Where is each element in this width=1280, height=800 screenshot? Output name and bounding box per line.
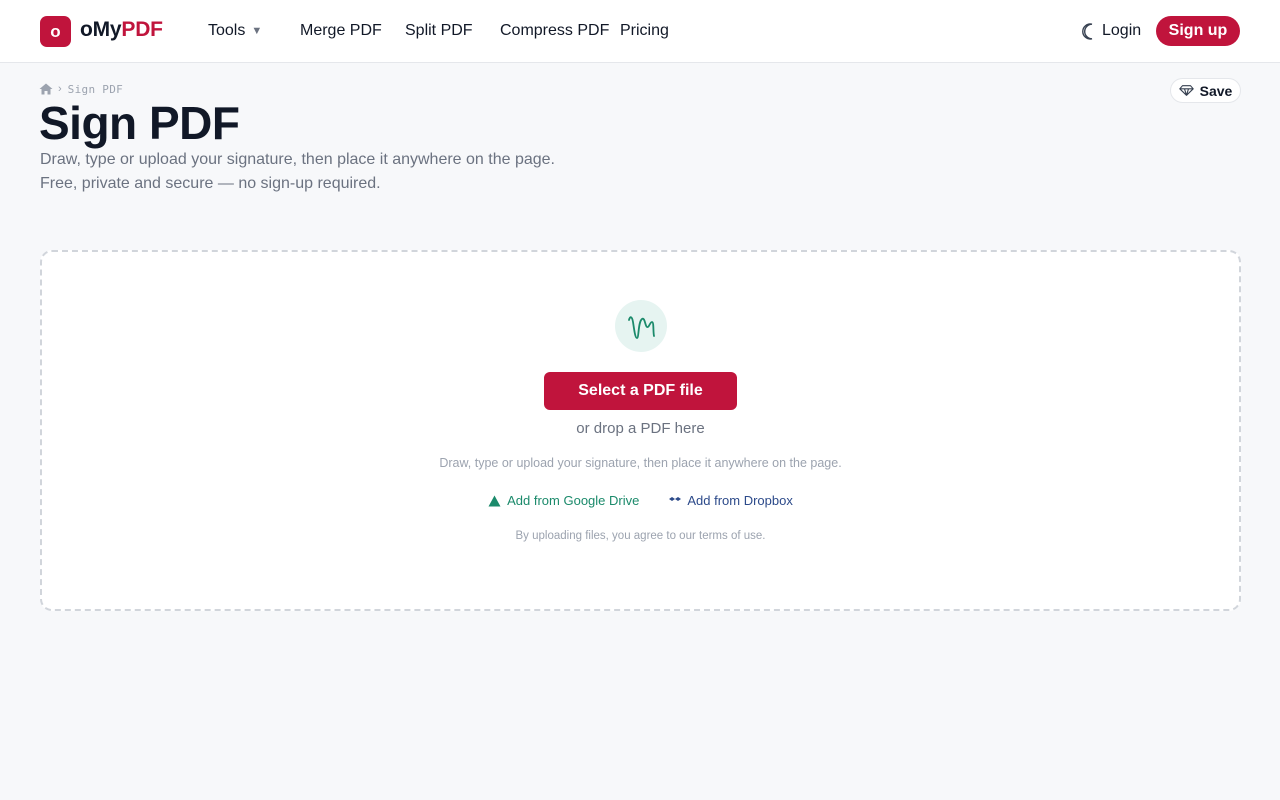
caret-down-icon: ▼ <box>251 25 263 37</box>
page-subtitle-line2: Free, private and secure — no sign-up re… <box>40 175 381 192</box>
nav-compress-pdf[interactable]: Compress PDF <box>500 22 609 40</box>
terms-notice: By uploading files, you agree to our ter… <box>515 530 766 542</box>
file-dropzone[interactable]: Select a PDF file or drop a PDF here Dra… <box>40 250 1241 611</box>
page-title: Sign PDF <box>39 97 240 149</box>
drop-hint: or drop a PDF here <box>576 420 705 437</box>
logo-text[interactable]: oMyPDF <box>80 18 163 42</box>
save-label: Save <box>1199 82 1233 99</box>
signature-icon <box>628 316 655 339</box>
dropbox-label: Add from Dropbox <box>687 493 793 508</box>
logo-mark[interactable]: o <box>40 16 71 47</box>
select-pdf-button[interactable]: Select a PDF file <box>544 372 737 410</box>
dropbox-link[interactable]: Add from Dropbox <box>669 493 793 508</box>
nav-merge-pdf[interactable]: Merge PDF <box>300 22 382 40</box>
chevron-right-icon: › <box>58 83 62 95</box>
nav-tools-dropdown[interactable]: Tools ▼ <box>208 22 262 40</box>
signature-badge <box>615 300 667 352</box>
login-link[interactable]: Login <box>1102 22 1141 40</box>
nav-pricing[interactable]: Pricing <box>620 22 669 40</box>
breadcrumb: › Sign PDF <box>39 82 123 96</box>
signup-button[interactable]: Sign up <box>1156 16 1240 46</box>
cloud-source-links: Add from Google Drive Add from Dropbox <box>42 493 1239 508</box>
logo-text-suffix: PDF <box>121 18 163 41</box>
dropzone-description: Draw, type or upload your signature, the… <box>439 456 842 470</box>
page-subtitle-line1: Draw, type or upload your signature, the… <box>40 151 555 168</box>
moon-icon[interactable] <box>1082 23 1097 40</box>
logo-text-prefix: oMy <box>80 18 122 41</box>
google-drive-icon <box>488 495 501 506</box>
home-icon[interactable] <box>39 83 53 95</box>
top-header: o oMyPDF Tools ▼ Merge PDF Split PDF Comp… <box>0 0 1280 63</box>
google-drive-label: Add from Google Drive <box>507 493 640 508</box>
dropbox-icon <box>669 496 682 501</box>
diamond-icon <box>1178 85 1194 96</box>
breadcrumb-current: Sign PDF <box>67 82 124 96</box>
nav-split-pdf[interactable]: Split PDF <box>405 22 473 40</box>
save-button[interactable]: Save <box>1170 78 1241 103</box>
google-drive-link[interactable]: Add from Google Drive <box>488 493 639 508</box>
nav-tools-label: Tools <box>208 22 246 39</box>
